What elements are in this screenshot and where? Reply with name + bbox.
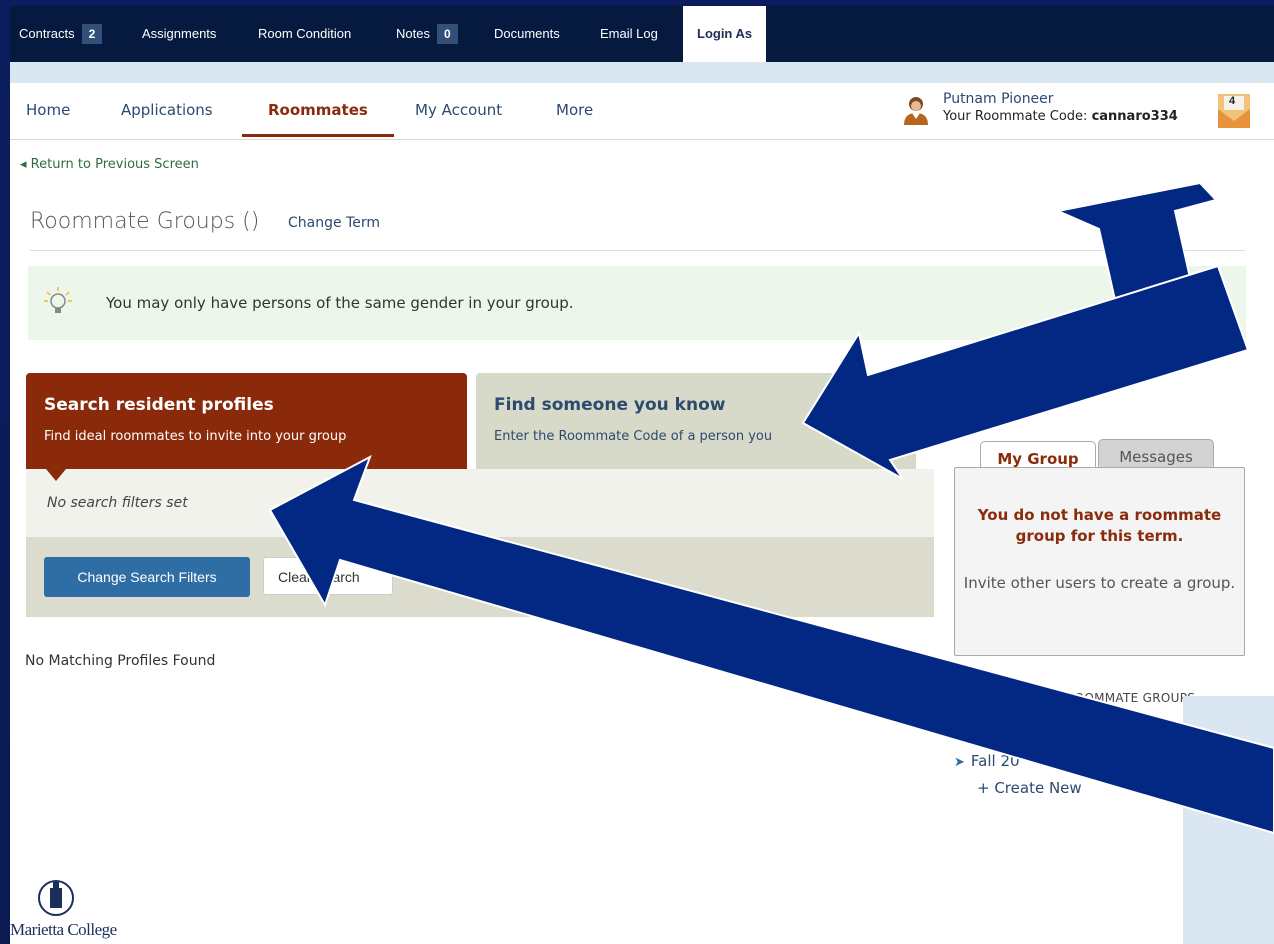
group-term-link[interactable]: ➤ Fall 20 — [954, 752, 1020, 770]
admin-tab-label: Notes — [396, 26, 430, 41]
nav-item-home[interactable]: Home — [26, 83, 70, 137]
admin-tab-label: Assignments — [142, 26, 217, 41]
app-top-strip — [10, 62, 1274, 83]
app-window: Home Applications Roommates My Account M… — [10, 62, 1274, 944]
admin-tab-label: Room Condition — [258, 26, 352, 41]
change-term-link[interactable]: Change Term — [288, 215, 380, 231]
search-card-text: Find ideal roommates to invite into your… — [44, 429, 347, 444]
invite-info: Invite other users to create a group. — [963, 574, 1236, 592]
admin-tab-label: Email Log — [600, 26, 658, 41]
search-card-heading: Search resident profiles — [44, 395, 274, 415]
college-name: Marietta College — [10, 920, 117, 939]
create-new-group-link[interactable]: + Create New — [977, 779, 1082, 797]
gender-notice: You may only have persons of the same ge… — [28, 266, 1246, 340]
no-group-warning: You do not have a roommate group for thi… — [977, 506, 1222, 545]
find-someone-card[interactable]: Find someone you know Enter the Roommate… — [476, 373, 916, 469]
nav-item-applications[interactable]: Applications — [121, 83, 213, 137]
roommate-groups-heading: ROOMMATE GROUPS — [1066, 691, 1196, 705]
roommate-code: Your Roommate Code: cannaro334 — [943, 109, 1178, 124]
title-divider — [30, 250, 1245, 251]
avatar — [904, 97, 928, 125]
contracts-count-badge: 2 — [81, 24, 103, 44]
nav-item-more[interactable]: More — [556, 83, 593, 137]
change-search-filters-button[interactable]: Change Search Filters — [44, 557, 250, 597]
search-profiles-card[interactable]: Search resident profiles Find ideal room… — [26, 373, 467, 469]
lightbulb-icon — [44, 287, 72, 313]
clear-search-button[interactable]: Clear Search — [263, 557, 393, 595]
return-previous-link[interactable]: ◂ Return to Previous Screen — [20, 157, 199, 172]
notes-count-badge: 0 — [436, 24, 458, 44]
filter-buttons-area: Change Search Filters Clear Search — [26, 537, 934, 617]
card-pointer — [46, 469, 66, 481]
find-card-heading: Find someone you know — [494, 395, 726, 415]
user-info: Putnam Pioneer Your Roommate Code: canna… — [903, 89, 1233, 133]
no-results-text: No Matching Profiles Found — [25, 653, 216, 669]
nav-item-my-account[interactable]: My Account — [415, 83, 502, 137]
notice-text: You may only have persons of the same ge… — [106, 294, 574, 312]
admin-tab-label: Documents — [494, 26, 560, 41]
admin-tab-label: Contracts — [19, 26, 75, 41]
group-term-label: Fall 20 — [970, 752, 1020, 770]
roommate-code-label: Your Roommate Code: — [943, 109, 1092, 124]
admin-tab-label: Login As — [697, 26, 753, 41]
admin-tab-assignments[interactable]: Assignments — [142, 6, 216, 62]
college-seal-icon — [38, 880, 74, 916]
arrow-right-icon: ➤ — [954, 755, 965, 770]
admin-tab-contracts[interactable]: Contracts 2 — [19, 6, 103, 62]
mail-count-badge: 4 — [1229, 95, 1236, 107]
admin-tab-notes[interactable]: Notes 0 — [396, 6, 458, 62]
nav-item-roommates[interactable]: Roommates — [242, 83, 394, 137]
roommate-code-value: cannaro334 — [1091, 109, 1178, 124]
admin-tab-room-condition[interactable]: Room Condition — [258, 6, 351, 62]
filters-status-area: No search filters set — [26, 469, 934, 537]
college-logo: Marietta College — [10, 868, 117, 944]
page-title: Roommate Groups () — [30, 209, 260, 234]
filters-status: No search filters set — [47, 495, 188, 511]
admin-tab-login-as[interactable]: Login As — [683, 6, 767, 62]
admin-tab-email-log[interactable]: Email Log — [600, 6, 658, 62]
admin-tab-documents[interactable]: Documents — [494, 6, 560, 62]
user-name-link[interactable]: Putnam Pioneer — [943, 91, 1054, 107]
admin-toolbar: Contracts 2 Assignments Room Condition No… — [10, 6, 1274, 62]
find-card-text: Enter the Roommate Code of a person you — [494, 429, 773, 444]
mail-icon[interactable]: 4 — [1217, 93, 1251, 129]
corner-panel — [1183, 696, 1274, 944]
my-group-panel: You do not have a roommate group for thi… — [954, 467, 1245, 656]
